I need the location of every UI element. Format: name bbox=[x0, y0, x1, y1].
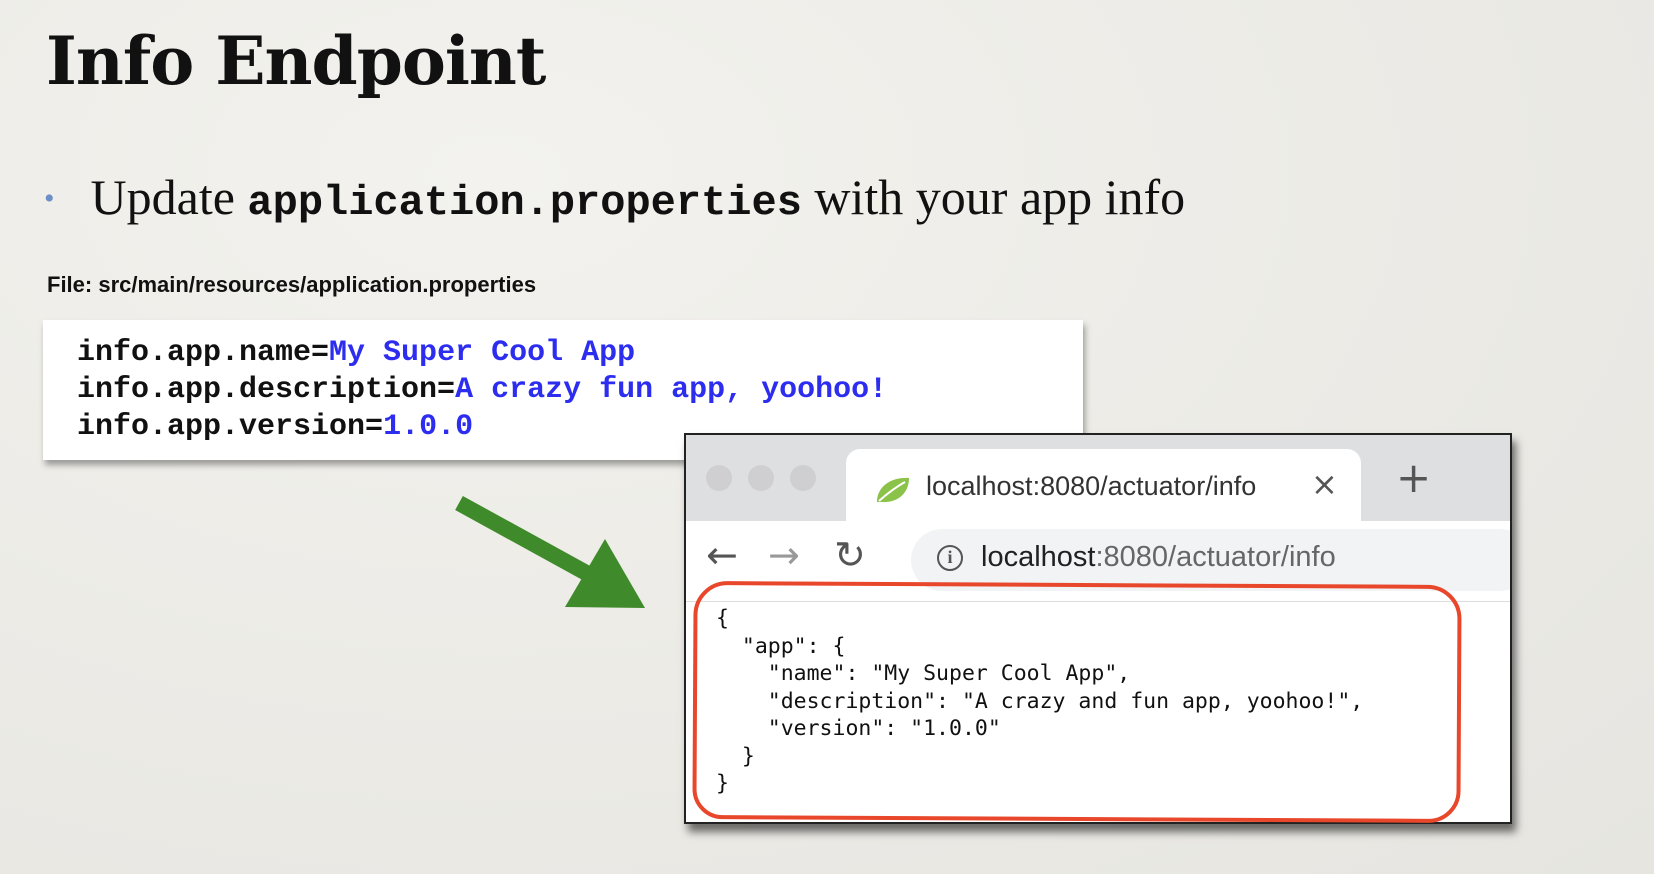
url-path: :8080/actuator/info bbox=[1095, 541, 1336, 573]
property-value: 1.0.0 bbox=[383, 410, 474, 444]
close-window-dot[interactable] bbox=[706, 465, 732, 491]
property-line-name: info.app.name=My Super Cool App bbox=[77, 336, 635, 370]
close-icon[interactable]: × bbox=[1311, 465, 1338, 503]
green-arrow-icon bbox=[455, 495, 645, 608]
info-icon[interactable]: i bbox=[937, 545, 963, 571]
bullet-text-after: with your app info bbox=[801, 169, 1186, 225]
property-key: info.app.description= bbox=[77, 373, 456, 407]
bullet-marker: • bbox=[44, 182, 55, 215]
tab-bar: localhost:8080/actuator/info × + bbox=[686, 435, 1510, 523]
slide-title: Info Endpoint bbox=[46, 22, 546, 100]
reload-icon[interactable]: ↻ bbox=[834, 533, 866, 577]
minimize-window-dot[interactable] bbox=[748, 465, 774, 491]
leaf-favicon-icon bbox=[877, 477, 909, 503]
property-line-description: info.app.description=A crazy fun app, yo… bbox=[77, 373, 887, 407]
property-value: My Super Cool App bbox=[329, 336, 636, 370]
zoom-window-dot[interactable] bbox=[790, 465, 816, 491]
property-line-version: info.app.version=1.0.0 bbox=[77, 410, 473, 444]
back-arrow-icon[interactable]: ← bbox=[706, 533, 738, 577]
plus-icon[interactable]: + bbox=[1396, 457, 1431, 499]
url-host: localhost bbox=[981, 541, 1096, 573]
tab-title: localhost:8080/actuator/info bbox=[926, 471, 1257, 501]
bullet-code: application.properties bbox=[247, 179, 802, 227]
file-label: File: src/main/resources/application.pro… bbox=[47, 272, 537, 297]
property-key: info.app.name= bbox=[77, 336, 330, 370]
forward-arrow-icon[interactable]: → bbox=[768, 533, 800, 577]
url-text[interactable]: localhost:8080/actuator/info bbox=[981, 541, 1336, 574]
bullet-text-before: Update bbox=[90, 169, 248, 225]
property-value: A crazy fun app, yoohoo! bbox=[455, 373, 888, 407]
red-highlight-outline bbox=[692, 580, 1462, 824]
property-key: info.app.version= bbox=[77, 410, 384, 444]
tab-actuator-info[interactable]: localhost:8080/actuator/info × bbox=[846, 449, 1361, 523]
bullet-point: • Update application.properties with your… bbox=[44, 168, 1185, 227]
